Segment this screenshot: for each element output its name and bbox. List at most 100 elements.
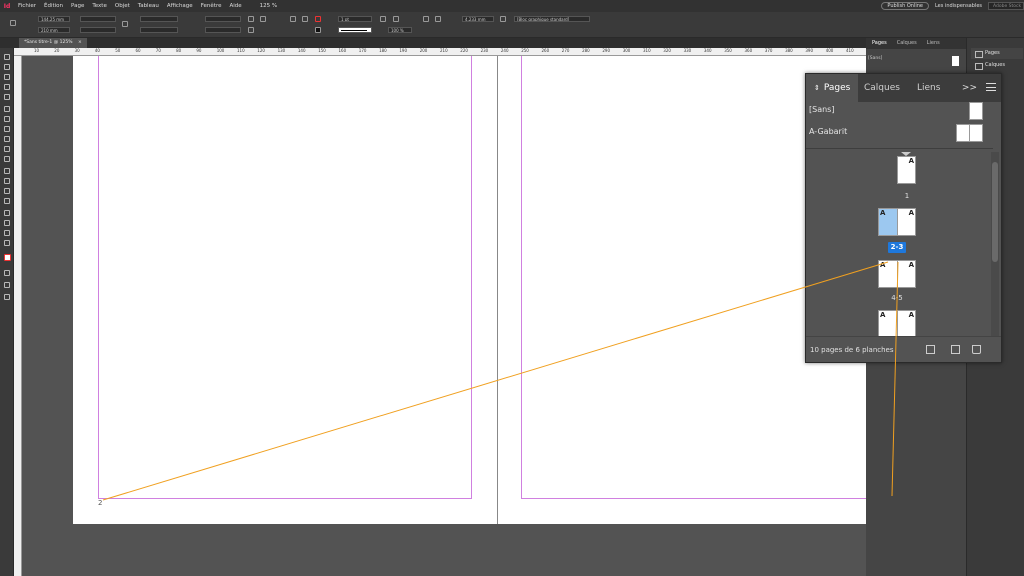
fill-swatch-icon[interactable]	[315, 16, 321, 22]
master-a-gabarit[interactable]: A-Gabarit	[809, 127, 847, 136]
stroke-swatch-icon[interactable]	[315, 27, 321, 33]
document-tab[interactable]: *Sans titre-1 @ 125% ×	[19, 38, 87, 48]
dock-calques-button[interactable]: Calques	[971, 60, 1023, 71]
delete-page-icon[interactable]	[972, 345, 981, 354]
gradient-tool-icon[interactable]	[4, 188, 10, 194]
workspace-switcher[interactable]: Les indispensables	[935, 3, 982, 9]
menu-fenetre[interactable]: Fenêtre	[201, 3, 222, 9]
scrollbar-thumb[interactable]	[992, 162, 998, 262]
spread-4-5-label[interactable]: 4-5	[877, 294, 917, 302]
scale-y-field[interactable]	[140, 27, 178, 33]
master-sans[interactable]: [Sans]	[809, 105, 834, 114]
horizontal-ruler[interactable]: 10 20 30 40 50 60 70 80 90 100 110 120 130 140 150 160 1…	[14, 48, 874, 56]
height-field[interactable]	[80, 27, 116, 33]
menu-texte[interactable]: Texte	[92, 3, 107, 9]
gradient-feather-tool-icon[interactable]	[4, 198, 10, 204]
zoom-level[interactable]: 125 %	[260, 3, 277, 9]
page-tool-icon[interactable]	[4, 74, 10, 80]
pages-scrollbar[interactable]	[991, 152, 999, 336]
wrap-text-icon[interactable]	[393, 16, 399, 22]
x-position-field[interactable]: 144,25 mm	[38, 16, 70, 22]
direct-selection-tool-icon[interactable]	[4, 64, 10, 70]
shear-field[interactable]	[205, 27, 241, 33]
bg-tab-liens[interactable]: Liens	[927, 38, 940, 49]
master-sans-thumb[interactable]	[969, 102, 983, 120]
offset-field[interactable]: 4,233 mm	[462, 16, 494, 22]
menu-tableau[interactable]: Tableau	[138, 3, 159, 9]
rectangle-tool-icon[interactable]	[4, 156, 10, 162]
fill-stroke-swatch-icon[interactable]	[4, 254, 11, 261]
tab-calques[interactable]: Calques	[864, 74, 900, 102]
eyedropper-tool-icon[interactable]	[4, 220, 10, 226]
screen-mode-icon[interactable]	[4, 294, 10, 300]
constrain-proportions-icon[interactable]	[122, 21, 128, 27]
pencil-tool-icon[interactable]	[4, 136, 10, 142]
close-tab-icon[interactable]: ×	[78, 40, 82, 45]
ruler-tick-label: 210	[440, 48, 448, 53]
formatting-affects-container-icon[interactable]	[4, 270, 10, 276]
object-style-select[interactable]: [Bloc graphique standard]	[514, 16, 590, 22]
ruler-tick-label: 170	[358, 48, 367, 53]
tab-liens[interactable]: Liens	[917, 74, 940, 102]
free-transform-tool-icon[interactable]	[4, 178, 10, 184]
spread-2-3-label[interactable]: 2-3	[888, 242, 906, 253]
scale-x-field[interactable]	[140, 16, 178, 22]
note-tool-icon[interactable]	[4, 210, 10, 216]
dock-pages-button[interactable]: Pages	[971, 48, 1023, 59]
spread-2-3-thumb[interactable]: A A	[878, 208, 916, 236]
stroke-weight-field[interactable]: 1 pt	[338, 16, 372, 22]
select-content-icon[interactable]	[302, 16, 308, 22]
rotation-field[interactable]	[205, 16, 241, 22]
panel-menu-icon[interactable]	[986, 83, 996, 91]
collapse-panel-icon[interactable]: >>	[962, 83, 977, 93]
align-center-icon[interactable]	[435, 16, 441, 22]
rotate-cw-icon[interactable]	[248, 16, 254, 22]
apply-color-icon[interactable]	[4, 282, 10, 288]
tab-drag-icon: ⇕	[814, 84, 820, 92]
fitting-icon[interactable]	[500, 16, 506, 22]
ruler-tick-label: 300	[622, 48, 631, 53]
new-page-icon[interactable]	[951, 345, 960, 354]
align-left-icon[interactable]	[423, 16, 429, 22]
ruler-tick-label: 150	[318, 48, 326, 53]
flip-horizontal-icon[interactable]	[248, 27, 254, 33]
rotate-ccw-icon[interactable]	[260, 16, 266, 22]
page-size-icon[interactable]	[926, 345, 935, 354]
select-container-icon[interactable]	[290, 16, 296, 22]
scissors-tool-icon[interactable]	[4, 168, 10, 174]
rectangle-frame-tool-icon[interactable]	[4, 146, 10, 152]
hand-tool-icon[interactable]	[4, 230, 10, 236]
zoom-tool-icon[interactable]	[4, 240, 10, 246]
menu-fichier[interactable]: Fichier	[18, 3, 36, 9]
page-left[interactable]: 2	[73, 56, 497, 524]
menu-objet[interactable]: Objet	[115, 3, 130, 9]
bg-tab-pages[interactable]: Pages	[872, 38, 887, 49]
bg-tab-calques[interactable]: Calques	[897, 38, 917, 49]
type-tool-icon[interactable]	[4, 106, 10, 112]
pen-tool-icon[interactable]	[4, 126, 10, 132]
opacity-field[interactable]: 100 %	[388, 27, 412, 33]
publish-online-button[interactable]: Publish Online	[881, 2, 929, 10]
menu-page[interactable]: Page	[71, 3, 84, 9]
gap-tool-icon[interactable]	[4, 84, 10, 90]
corner-options-icon[interactable]	[380, 16, 386, 22]
menu-affichage[interactable]: Affichage	[167, 3, 193, 9]
width-field[interactable]	[80, 16, 116, 22]
menu-aide[interactable]: Aide	[229, 3, 241, 9]
menu-edition[interactable]: Édition	[44, 3, 63, 9]
y-position-field[interactable]: 210 mm	[38, 27, 70, 33]
line-tool-icon[interactable]	[4, 116, 10, 122]
master-a-gabarit-thumb[interactable]	[956, 124, 983, 142]
stroke-type-select[interactable]	[338, 27, 372, 33]
stock-search-input[interactable]: Adobe Stock	[988, 2, 1024, 10]
spread-4-5-thumb[interactable]: A A	[878, 260, 916, 288]
vertical-ruler[interactable]	[14, 56, 22, 576]
content-collector-icon[interactable]	[4, 94, 10, 100]
reference-point-icon[interactable]	[10, 20, 16, 26]
page-1-label[interactable]: 1	[887, 192, 927, 200]
pages-panel: ⇕ Pages Calques Liens >> [Sans] A-Gabarit…	[805, 73, 1002, 363]
selection-tool-icon[interactable]	[4, 54, 10, 60]
tab-pages[interactable]: ⇕ Pages	[806, 74, 859, 102]
spread-6-7-thumb[interactable]: A A	[878, 310, 916, 338]
page-1-thumb[interactable]: A	[897, 156, 916, 184]
